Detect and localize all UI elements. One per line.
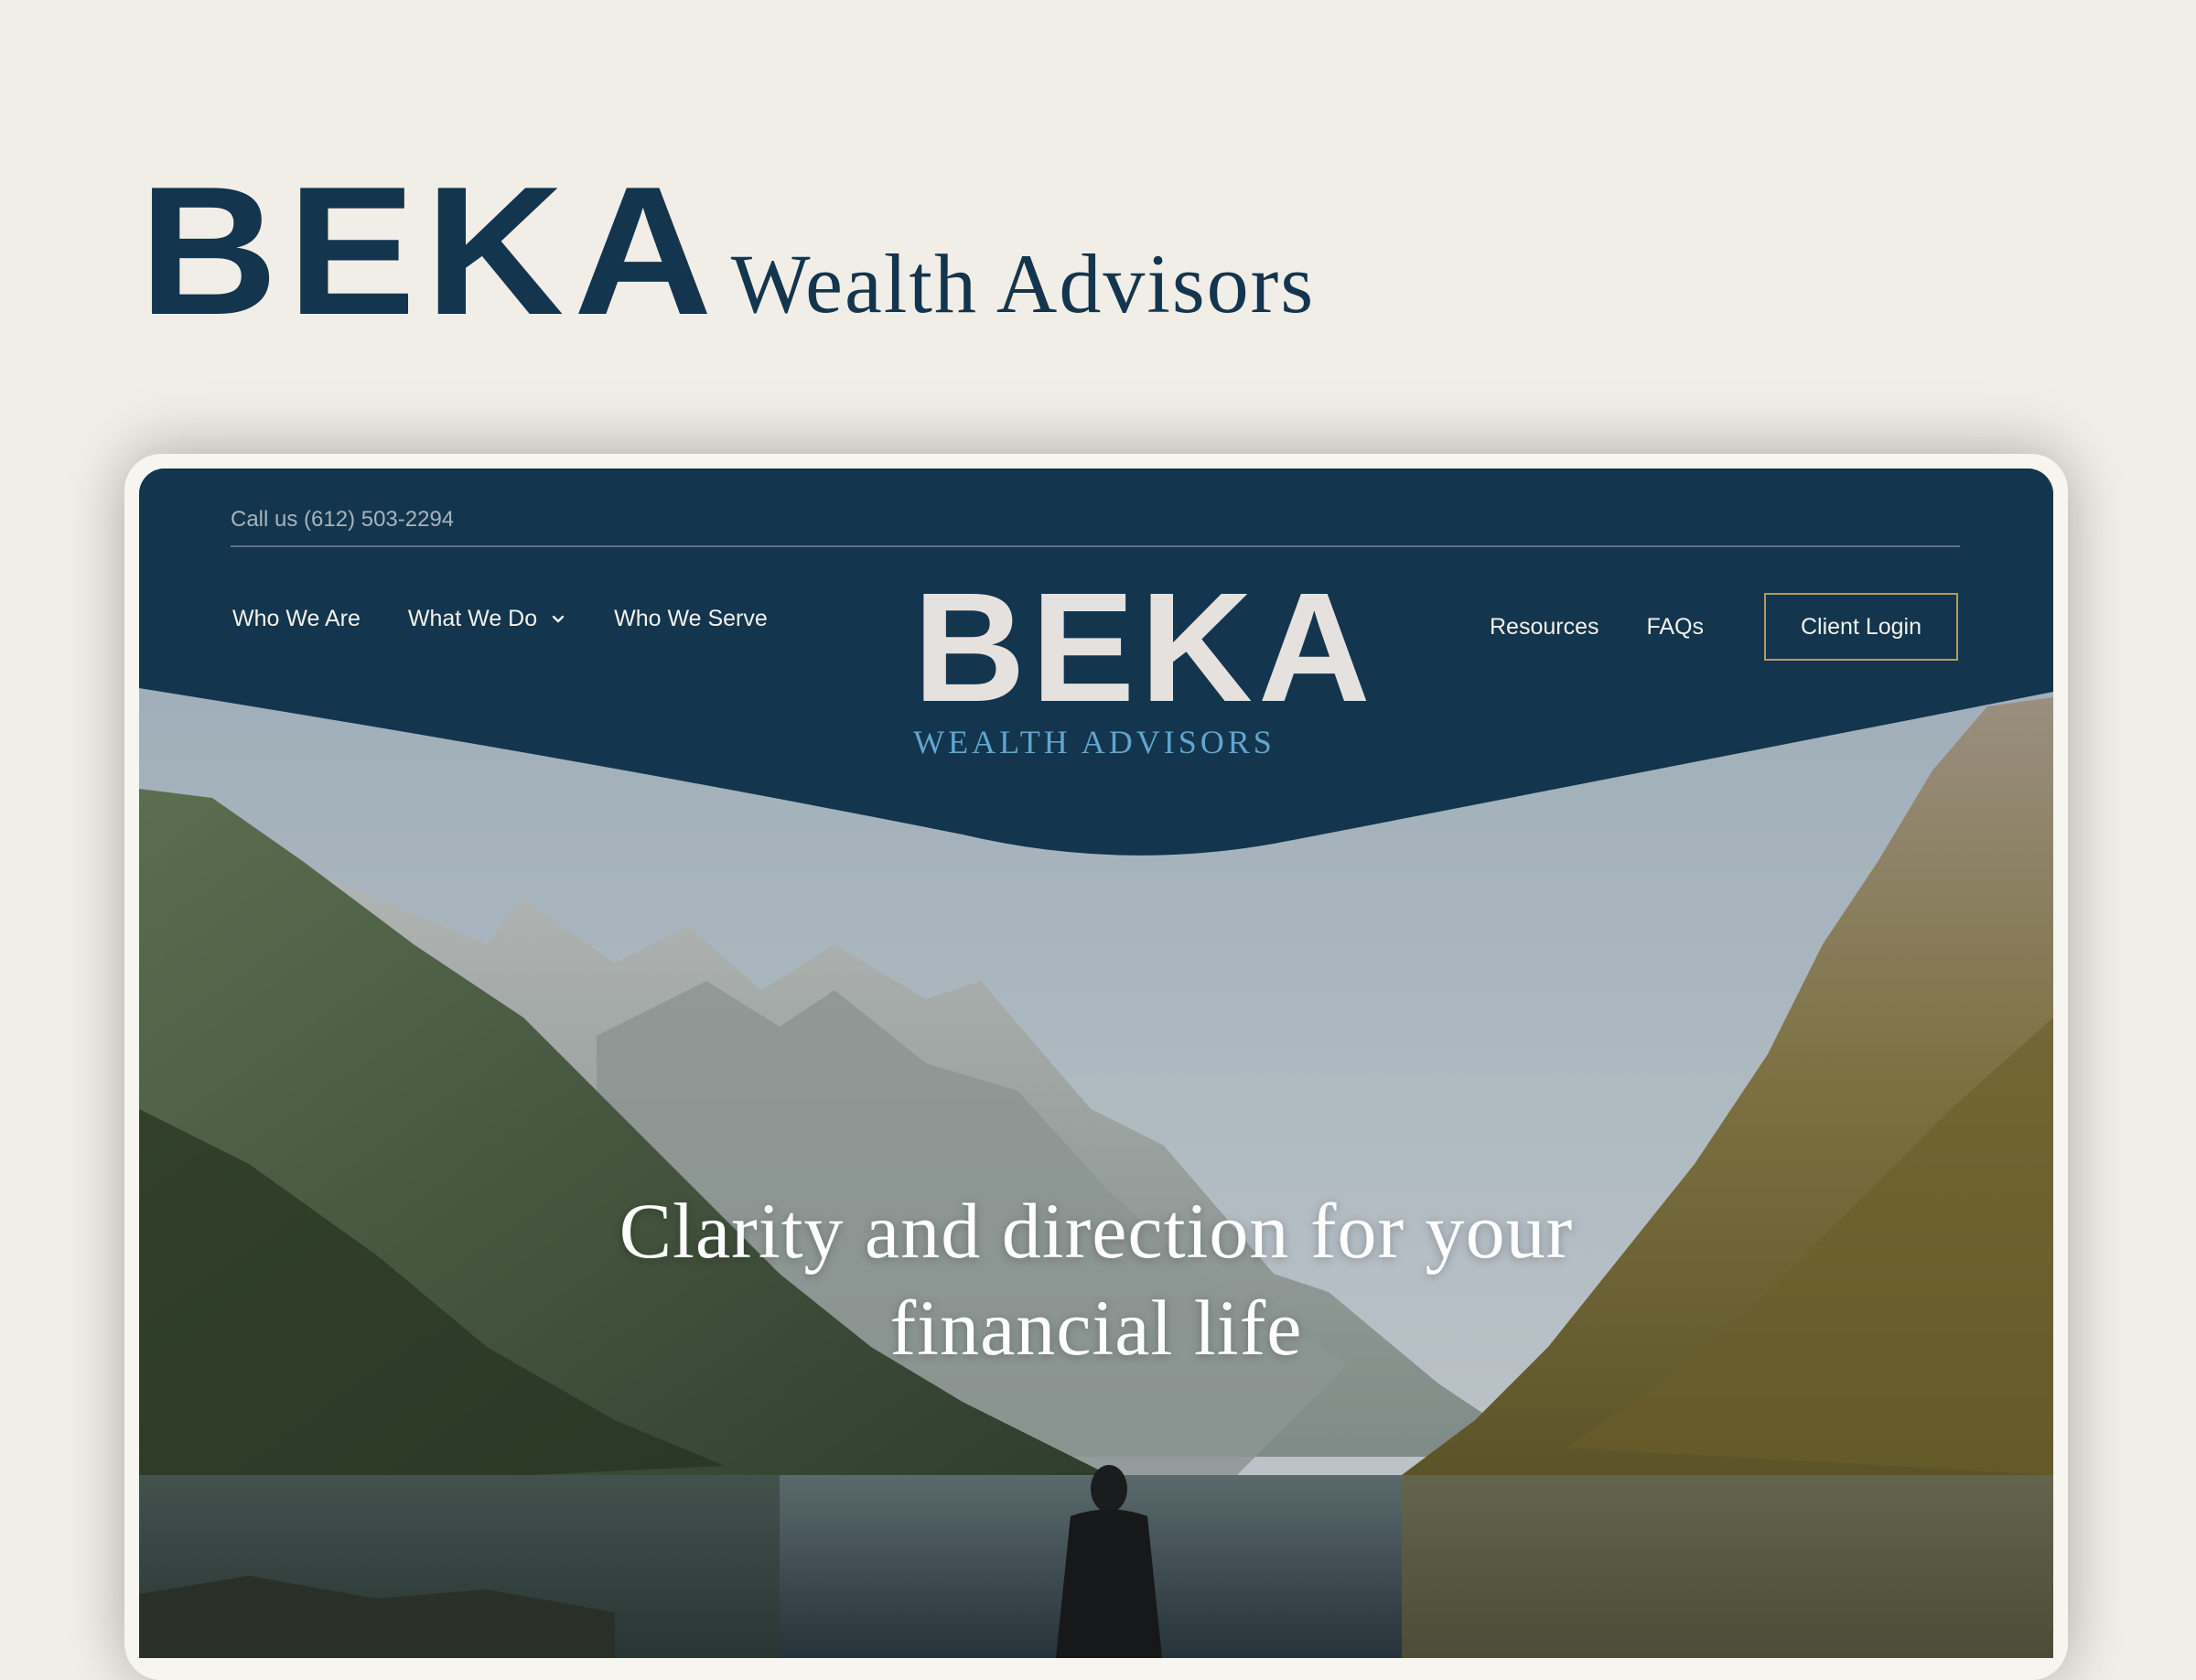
brand-logo-mark: BEKA [139, 149, 723, 353]
nav-item-resources[interactable]: Resources [1490, 614, 1599, 641]
client-login-button[interactable]: Client Login [1764, 593, 1958, 661]
website-screen: Call us (612) 503-2294 Who We Are What W… [139, 468, 2053, 1658]
brand-wordmark: Wealth Advisors [730, 237, 1316, 330]
hero-headline: Clarity and direction for your financial… [139, 1182, 2053, 1376]
primary-nav-left: Who We Are What We Do Who We Serve [232, 606, 768, 632]
nav-item-label: What We Do [407, 606, 538, 631]
nav-item-faqs[interactable]: FAQs [1646, 614, 1704, 641]
primary-nav-right: Resources FAQs Client Login [1490, 593, 1958, 661]
phone-link[interactable]: Call us (612) 503-2294 [231, 507, 454, 532]
nav-item-label: FAQs [1646, 613, 1704, 640]
hero-headline-line-1: Clarity and direction for your [619, 1187, 1574, 1275]
nav-item-label: Who We Serve [614, 606, 768, 631]
nav-item-who-we-serve[interactable]: Who We Serve [614, 606, 768, 632]
nav-item-who-we-are[interactable]: Who We Are [232, 606, 361, 632]
nav-item-label: Who We Are [232, 606, 361, 631]
chevron-down-icon [552, 615, 565, 622]
utility-bar: Call us (612) 503-2294 [231, 494, 1960, 547]
site-logo-mark: BEKA [913, 561, 1376, 735]
site-logo-subtitle: WEALTH ADVISORS [913, 724, 1276, 760]
hero-headline-line-2: financial life [889, 1284, 1303, 1372]
nav-item-what-we-do[interactable]: What We Do [408, 606, 566, 632]
brand-lockup: BEKA Wealth Advisors [139, 149, 1315, 353]
nav-item-label: Resources [1489, 613, 1599, 640]
site-logo[interactable]: BEKA WEALTH ADVISORS [913, 561, 1376, 761]
